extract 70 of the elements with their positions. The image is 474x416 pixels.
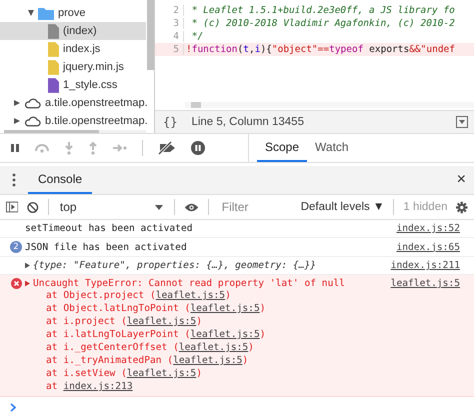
cloud-icon xyxy=(24,115,41,127)
prompt-icon[interactable] xyxy=(10,403,16,412)
source-link[interactable]: leaflet.js:5 xyxy=(173,355,242,366)
sidebar-tab[interactable]: Scope xyxy=(257,134,308,162)
tree-item[interactable]: a.tile.openstreetmap. xyxy=(45,97,148,109)
context-dropdown[interactable]: top xyxy=(58,200,165,214)
sidebar-toggle-icon[interactable] xyxy=(6,201,18,213)
cursor-position: Line 5, Column 13455 xyxy=(191,116,305,128)
stack-frame: at i.latLngToLayerPoint (leaflet.js:5) xyxy=(8,328,474,341)
stack-frame: at i._getCenterOffset (leaflet.js:5) xyxy=(8,341,474,354)
hidden-count: 1 hidden xyxy=(403,201,448,213)
expand-arrow-icon[interactable] xyxy=(25,280,30,287)
tree-item[interactable]: prove xyxy=(58,7,86,19)
tree-item[interactable]: index.js xyxy=(63,43,100,55)
source-link[interactable]: leaflet.js:5 xyxy=(190,329,260,340)
caret-icon[interactable] xyxy=(28,10,34,16)
drawer-tab[interactable]: Console xyxy=(28,166,92,194)
file-icon xyxy=(48,42,59,56)
cloud-icon xyxy=(24,97,41,109)
code-line: 4 */ xyxy=(155,30,474,43)
source-link[interactable]: leaflet.js:5 xyxy=(390,278,460,289)
source-link[interactable]: leaflet.js:5 xyxy=(126,368,196,379)
pause-on-exceptions-icon[interactable] xyxy=(191,141,205,155)
clear-icon[interactable] xyxy=(27,200,39,214)
log-message: Uncaught TypeError: Cannot read property 'lat' of null xyxy=(33,278,345,289)
caret-icon[interactable] xyxy=(154,204,163,210)
caret-icon[interactable] xyxy=(14,100,20,106)
tree-item[interactable]: b.tile.openstreetmap. xyxy=(45,115,148,127)
file-icon xyxy=(48,24,59,38)
source-link[interactable]: leaflet.js:5 xyxy=(178,342,248,353)
tree-item[interactable]: 1_style.css xyxy=(63,79,118,91)
folder-icon xyxy=(38,6,54,20)
file-icon xyxy=(48,78,59,92)
stack-frame: at i._tryAnimatedPan (leaflet.js:5) xyxy=(8,354,474,367)
stack-frame: at Object.latLngToPoint (leaflet.js:5) xyxy=(8,302,474,315)
error-icon xyxy=(11,278,22,289)
format-button[interactable]: {} xyxy=(161,115,180,129)
log-message: setTimeout has been activated xyxy=(25,223,193,234)
source-link[interactable]: index.js:52 xyxy=(396,223,460,234)
stack-frame: at i.setView (leaflet.js:5) xyxy=(8,367,474,380)
more-options-icon[interactable] xyxy=(12,173,16,187)
repeat-count-badge: 2 xyxy=(10,241,22,253)
log-message: {type: "Feature", properties: {…}, geometry: {…}} xyxy=(33,260,316,271)
levels-dropdown[interactable]: Default levels ▼ xyxy=(300,201,384,213)
expand-arrow-icon[interactable] xyxy=(25,262,30,269)
vertical-scrollbar[interactable] xyxy=(147,0,154,70)
tree-item[interactable]: (index) xyxy=(63,25,97,37)
pause-icon[interactable] xyxy=(10,143,20,153)
source-link[interactable]: index.js:213 xyxy=(63,381,133,392)
eye-icon[interactable] xyxy=(184,202,199,212)
tree-item[interactable]: jquery.min.js xyxy=(63,61,124,73)
source-link[interactable]: index.js:211 xyxy=(390,260,460,271)
horizontal-scrollbar[interactable] xyxy=(185,102,474,108)
caret-icon[interactable] xyxy=(14,118,20,124)
panel-toggle-icon[interactable] xyxy=(456,116,468,128)
stack-frame: at Object.project (leaflet.js:5) xyxy=(8,289,474,302)
file-icon xyxy=(48,60,59,74)
stack-frame: at i.project (leaflet.js:5) xyxy=(8,315,474,328)
source-link[interactable]: index.js:65 xyxy=(396,242,460,252)
code-line: 3 * (c) 2010-2018 Vladimir Agafonkin, (c) 2010-2 xyxy=(155,17,474,30)
source-link[interactable]: leaflet.js:5 xyxy=(156,290,226,301)
source-link[interactable]: leaflet.js:5 xyxy=(190,303,260,314)
deactivate-breakpoints-icon[interactable] xyxy=(157,141,177,155)
stack-frame: at index.js:213 xyxy=(8,380,474,393)
log-message: JSON file has been activated xyxy=(25,242,187,252)
settings-icon[interactable] xyxy=(456,200,468,214)
code-line: 2 * Leaflet 1.5.1+build.2e3e0ff, a JS library fo xyxy=(155,4,474,17)
sidebar-tab[interactable]: Watch xyxy=(307,134,357,162)
source-link[interactable]: leaflet.js:5 xyxy=(126,316,196,327)
close-button[interactable]: × xyxy=(454,166,468,194)
